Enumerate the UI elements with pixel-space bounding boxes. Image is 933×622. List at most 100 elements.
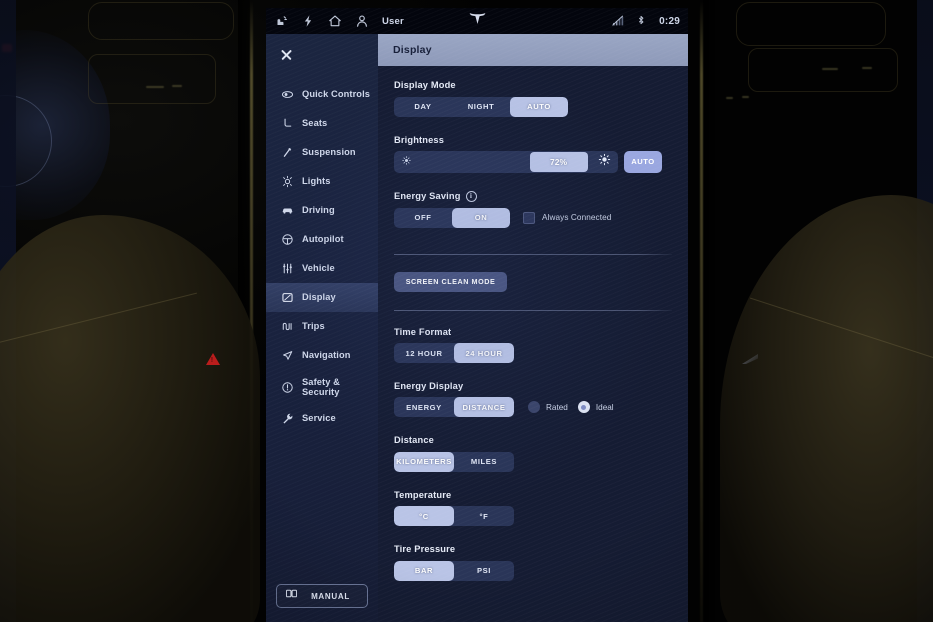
settings-content: Display Display Mode DAY NIGHT AUTO Brig… bbox=[378, 34, 688, 622]
temperature-segmented-control[interactable]: °C °F bbox=[394, 506, 514, 526]
brightness-slider-handle[interactable]: 72% bbox=[529, 151, 588, 172]
display-mode-label: Display Mode bbox=[394, 80, 456, 90]
sidebar-item-label: Quick Controls bbox=[302, 89, 371, 100]
sidebar-item-label: Trips bbox=[302, 321, 325, 332]
energy-display-label: Energy Display bbox=[394, 381, 464, 391]
display-mode-option-auto[interactable]: AUTO bbox=[510, 96, 568, 117]
time-format-option-24-hour[interactable]: 24 HOUR bbox=[454, 343, 514, 363]
manual-button[interactable]: MANUAL bbox=[276, 584, 368, 608]
divider-bottom bbox=[394, 309, 672, 311]
sidebar-item-lights[interactable]: Lights bbox=[266, 167, 378, 196]
status-bar-clock: 0:29 bbox=[659, 15, 680, 27]
sidebar-item-service[interactable]: Service bbox=[266, 404, 378, 433]
sidebar-item-autopilot[interactable]: Autopilot bbox=[266, 225, 378, 254]
temperature-option-fahrenheit[interactable]: °F bbox=[454, 506, 514, 526]
time-format-segmented-control[interactable]: 12 HOUR 24 HOUR bbox=[394, 343, 514, 363]
sidebar-item-label: Seats bbox=[302, 118, 328, 129]
screenshot-root: User bbox=[0, 0, 933, 622]
sidebar-item-label: Driving bbox=[302, 205, 335, 216]
settings-sidebar: Quick Controls Seats Suspension Lights D… bbox=[266, 34, 378, 622]
console-shadow-right bbox=[703, 0, 715, 622]
radio-rated-label: Rated bbox=[546, 402, 568, 412]
tire-pressure-segmented-control[interactable]: BAR PSI bbox=[394, 560, 514, 581]
page-title: Display bbox=[393, 44, 432, 56]
radio-ideal[interactable]: Ideal bbox=[577, 401, 614, 413]
console-trim-right bbox=[700, 0, 703, 622]
time-format-option-12-hour[interactable]: 12 HOUR bbox=[394, 343, 454, 363]
charging-bolt-icon[interactable] bbox=[301, 14, 315, 28]
sidebar-item-label: Autopilot bbox=[302, 234, 344, 245]
sidebar-item-display[interactable]: Display bbox=[266, 283, 378, 312]
energy-saving-segmented-control[interactable]: OFF ON bbox=[394, 207, 510, 228]
wiper-icon[interactable] bbox=[274, 14, 288, 28]
status-bar: User 0:29 bbox=[266, 8, 688, 34]
seat-icon bbox=[280, 117, 294, 131]
energy-display-segmented-control[interactable]: ENERGY DISTANCE bbox=[394, 397, 514, 417]
energy-saving-label: Energy Saving bbox=[394, 191, 461, 201]
energy-saving-option-on[interactable]: ON bbox=[452, 207, 510, 228]
info-icon[interactable]: i bbox=[465, 190, 477, 202]
sidebar-item-navigation[interactable]: Navigation bbox=[266, 341, 378, 370]
wrench-icon bbox=[280, 412, 294, 426]
tesla-touchscreen: User 0:29 Quick Controls Seats Suspensio… bbox=[266, 8, 688, 622]
sidebar-item-trips[interactable]: Trips bbox=[266, 312, 378, 341]
screen-clean-row: SCREEN CLEAN MODE bbox=[394, 271, 672, 292]
brightness-slider[interactable]: 72% bbox=[394, 150, 618, 173]
bluetooth-icon[interactable] bbox=[635, 14, 649, 28]
distance-option-miles[interactable]: MILES bbox=[454, 452, 514, 472]
sidebar-item-driving[interactable]: Driving bbox=[266, 196, 378, 225]
cellular-signal-off-icon[interactable] bbox=[611, 14, 625, 28]
sidebar-item-seats[interactable]: Seats bbox=[266, 109, 378, 138]
settings-panel: Quick Controls Seats Suspension Lights D… bbox=[266, 34, 688, 622]
energy-saving-row: OFF ON Always Connected bbox=[394, 207, 672, 228]
distance-segmented-control[interactable]: KILOMETERS MILES bbox=[394, 451, 514, 472]
sidebar-item-suspension[interactable]: Suspension bbox=[266, 138, 378, 167]
trips-icon bbox=[280, 320, 294, 334]
vent-specular-2 bbox=[172, 85, 182, 87]
temperature-option-celsius[interactable]: °C bbox=[394, 506, 454, 526]
car-icon bbox=[280, 204, 294, 218]
home-icon[interactable] bbox=[328, 14, 342, 28]
energy-saving-option-off[interactable]: OFF bbox=[394, 208, 452, 228]
close-icon bbox=[280, 48, 293, 61]
person-icon[interactable] bbox=[355, 14, 369, 28]
close-panel-button[interactable] bbox=[266, 34, 378, 74]
distance-option-kilometers[interactable]: KILOMETERS bbox=[394, 451, 454, 472]
manual-button-label: MANUAL bbox=[311, 591, 350, 601]
display-mode-option-night[interactable]: NIGHT bbox=[452, 97, 510, 117]
tesla-t-logo bbox=[468, 11, 487, 31]
energy-display-row: ENERGY DISTANCE Rated Ideal bbox=[394, 397, 672, 417]
screen-clean-mode-button[interactable]: SCREEN CLEAN MODE bbox=[394, 271, 507, 292]
brightness-auto-button[interactable]: AUTO bbox=[624, 150, 662, 173]
vent-specular-5 bbox=[726, 97, 733, 99]
radio-rated-button[interactable] bbox=[528, 401, 540, 413]
seat-left bbox=[0, 215, 260, 622]
tire-pressure-option-psi[interactable]: PSI bbox=[454, 561, 514, 581]
sidebar-item-label: Service bbox=[302, 413, 336, 424]
display-mode-option-day[interactable]: DAY bbox=[394, 97, 452, 117]
navigation-arrow-icon bbox=[280, 349, 294, 363]
tire-pressure-option-bar[interactable]: BAR bbox=[394, 560, 454, 581]
radio-rated[interactable]: Rated bbox=[528, 401, 568, 413]
sidebar-item-safety-security[interactable]: Safety & Security bbox=[266, 370, 378, 404]
divider-top bbox=[394, 253, 672, 255]
display-mode-segmented-control[interactable]: DAY NIGHT AUTO bbox=[394, 96, 568, 117]
sidebar-item-vehicle[interactable]: Vehicle bbox=[266, 254, 378, 283]
brightness-row: 72% AUTO bbox=[394, 150, 672, 173]
vent-specular-3 bbox=[822, 68, 838, 70]
sidebar-nav: Quick Controls Seats Suspension Lights D… bbox=[266, 80, 378, 433]
sidebar-item-quick-controls[interactable]: Quick Controls bbox=[266, 80, 378, 109]
energy-display-option-distance[interactable]: DISTANCE bbox=[454, 397, 514, 417]
dash-vent-right-upper bbox=[736, 2, 886, 46]
energy-saving-label-row: Energy Saving i bbox=[394, 190, 672, 202]
radio-ideal-label: Ideal bbox=[595, 402, 614, 412]
status-bar-user-label[interactable]: User bbox=[382, 16, 404, 27]
content-header: Display bbox=[378, 34, 688, 66]
sidebar-item-label: Display bbox=[302, 292, 336, 303]
energy-display-option-energy[interactable]: ENERGY bbox=[394, 397, 454, 417]
distance-label: Distance bbox=[394, 435, 434, 445]
always-connected-checkbox[interactable] bbox=[523, 211, 535, 224]
suspension-icon bbox=[280, 146, 294, 160]
always-connected-checkbox-row[interactable]: Always Connected bbox=[523, 211, 611, 224]
radio-ideal-button[interactable] bbox=[577, 401, 590, 413]
